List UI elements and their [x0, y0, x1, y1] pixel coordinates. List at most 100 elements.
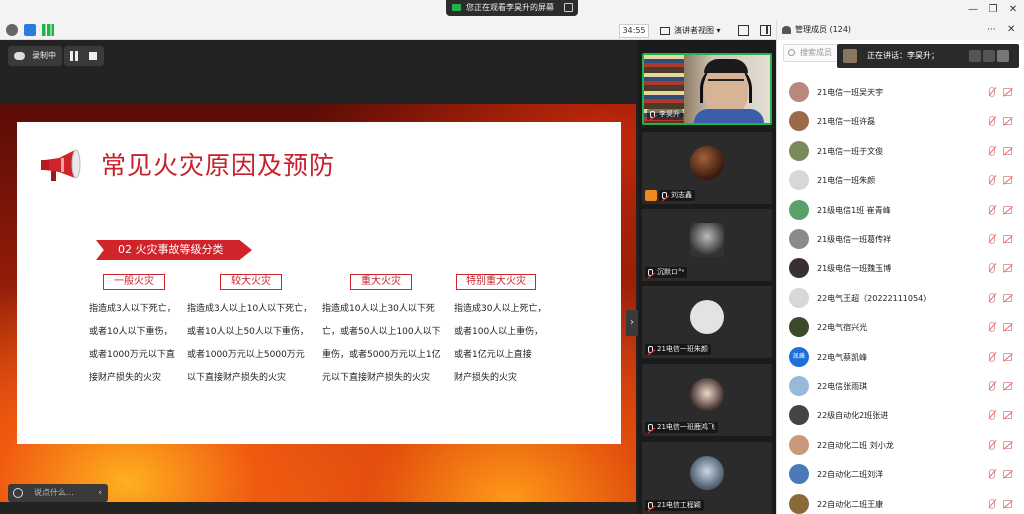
description-line: 或者1亿元以上直接 — [454, 350, 532, 360]
signal-icon[interactable] — [42, 24, 54, 36]
camera-off-icon[interactable] — [1003, 117, 1012, 126]
layout-icon[interactable] — [760, 25, 771, 36]
video-tile[interactable]: 21电信一班鹿鸿飞 — [642, 364, 772, 436]
close-panel-button[interactable]: ✕ — [1007, 20, 1015, 40]
participant-name: 李昊升 — [647, 109, 683, 120]
description-line: 重伤，或者5000万元以上1亿 — [322, 350, 441, 360]
description-line: 指造成10人以上30人以下死 — [322, 304, 435, 314]
more-options-button[interactable]: ··· — [987, 20, 996, 40]
member-name: 22级自动化2班张进 — [817, 411, 889, 421]
video-tile[interactable]: 刘志鑫 — [642, 132, 772, 204]
stop-watching-icon[interactable] — [564, 3, 573, 12]
member-row[interactable]: 21电信一班于文俊 — [777, 137, 1013, 166]
camera-off-icon[interactable] — [1003, 470, 1012, 479]
mic-muted-icon[interactable] — [989, 234, 995, 244]
chat-input[interactable]: 说点什么... ‹ — [8, 484, 108, 502]
user-badge-icon — [645, 190, 657, 201]
mic-muted-icon[interactable] — [989, 116, 995, 127]
mic-muted-icon[interactable] — [989, 381, 995, 391]
pause-icon[interactable] — [70, 51, 78, 61]
mic-muted-icon[interactable] — [989, 439, 995, 450]
video-tile[interactable]: 李昊升 — [642, 53, 772, 125]
minimize-button[interactable]: — — [966, 4, 980, 16]
member-row[interactable]: 22自动化二班 刘小龙 — [777, 431, 1013, 460]
megaphone-icon — [41, 149, 81, 181]
camera-off-icon[interactable] — [1003, 382, 1012, 390]
recording-indicator[interactable]: 录制中 — [8, 46, 62, 66]
member-row[interactable]: 21电信一班朱颜 — [777, 166, 1013, 195]
camera-toggle-icon[interactable] — [983, 50, 995, 62]
mic-muted-icon[interactable] — [989, 498, 995, 509]
avatar — [690, 300, 724, 334]
camera-off-icon[interactable] — [1003, 205, 1012, 214]
mic-muted-icon[interactable] — [989, 263, 995, 274]
close-window-button[interactable]: ✕ — [1006, 4, 1020, 16]
level-description: 指造成3人以下死亡， 或者10人以下重伤， 或者1000万元以下直 接财产损失的… — [89, 298, 176, 390]
camera-off-icon[interactable] — [1003, 88, 1012, 96]
mic-muted-icon[interactable] — [989, 145, 995, 156]
avatar — [789, 82, 809, 102]
reply-icon[interactable] — [997, 50, 1009, 62]
mic-muted-icon[interactable] — [989, 292, 995, 303]
description-line: 或者10人以上50人以下重伤， — [187, 327, 309, 337]
info-icon[interactable] — [6, 24, 18, 36]
member-name: 21电信一班吴天宇 — [817, 88, 884, 97]
emoji-icon[interactable] — [13, 488, 23, 498]
stop-icon[interactable] — [89, 52, 97, 60]
mic-muted-icon[interactable] — [989, 351, 995, 362]
member-name: 22自动化二班 刘小龙 — [817, 440, 894, 450]
description-line: 元以下直接财产损失的火灾 — [322, 373, 431, 383]
mic-muted-icon[interactable] — [989, 469, 995, 480]
member-row[interactable]: 22自动化二班王康 — [777, 490, 1013, 514]
camera-off-icon[interactable] — [1003, 323, 1012, 332]
mic-muted-icon[interactable] — [989, 175, 995, 186]
recording-label: 录制中 — [32, 51, 56, 60]
view-mode-label: 演讲者视图 — [674, 26, 714, 35]
camera-off-icon[interactable] — [1003, 411, 1012, 420]
member-row[interactable]: 21级电信1班 崔青峰 — [777, 196, 1013, 225]
video-panel-toggle[interactable]: › — [626, 310, 638, 336]
member-row[interactable]: 22电气宿兴光 — [777, 313, 1013, 342]
member-row[interactable]: 凯峰 22电气蔡凯峰 — [777, 343, 1013, 372]
members-panel-header: 管理成员 (124) ··· ✕ — [777, 20, 1024, 40]
avatar — [789, 140, 809, 161]
member-row[interactable]: 21电信一班吴天宇 — [777, 78, 1013, 107]
video-tile[interactable]: 21电信工程颖 — [642, 442, 772, 514]
camera-off-icon[interactable] — [1003, 352, 1012, 361]
camera-off-icon[interactable] — [1003, 235, 1012, 243]
chevron-left-icon[interactable]: ‹ — [98, 484, 102, 502]
member-name: 21电信一班许磊 — [817, 117, 876, 127]
fullscreen-icon[interactable] — [738, 25, 749, 36]
shield-icon[interactable] — [24, 24, 36, 36]
camera-off-icon[interactable] — [1003, 293, 1012, 302]
video-tile[interactable]: 21电信一班朱颜 — [642, 286, 772, 358]
mic-muted-icon[interactable] — [989, 410, 995, 421]
view-mode-dropdown[interactable]: 演讲者视图 ▾ — [658, 24, 728, 38]
members-title: 管理成员 (124) — [795, 25, 852, 34]
mute-all-icon[interactable] — [969, 50, 981, 62]
member-row[interactable]: 22电气王超（20222111054） — [777, 284, 1013, 313]
member-row[interactable]: 22自动化二班刘洋 — [777, 460, 1013, 489]
member-row[interactable]: 22级自动化2班张进 — [777, 401, 1013, 430]
mic-muted-icon[interactable] — [989, 322, 995, 333]
member-name: 22电信张雨琪 — [817, 382, 868, 391]
camera-off-icon[interactable] — [1003, 440, 1012, 449]
avatar: 凯峰 — [789, 346, 809, 367]
member-row[interactable]: 21级电信一班葛传祥 — [777, 225, 1013, 254]
mic-muted-icon[interactable] — [989, 87, 995, 97]
avatar — [789, 317, 809, 338]
member-row[interactable]: 21电信一班许磊 — [777, 107, 1013, 136]
member-row[interactable]: 21级电信一班魏玉博 — [777, 254, 1013, 283]
maximize-button[interactable]: ❐ — [986, 4, 1000, 16]
mic-muted-icon[interactable] — [989, 204, 995, 215]
camera-off-icon[interactable] — [1003, 176, 1012, 185]
camera-off-icon[interactable] — [1003, 146, 1012, 155]
avatar — [690, 456, 724, 490]
camera-off-icon[interactable] — [1003, 499, 1012, 508]
member-row[interactable]: 22电信张雨琪 — [777, 372, 1013, 401]
speaker-avatar — [843, 49, 857, 63]
video-tile[interactable]: 沉默ロ°ᵃ — [642, 209, 772, 281]
member-name: 21电信一班朱颜 — [817, 176, 876, 186]
camera-off-icon[interactable] — [1003, 264, 1012, 273]
avatar — [789, 199, 809, 220]
